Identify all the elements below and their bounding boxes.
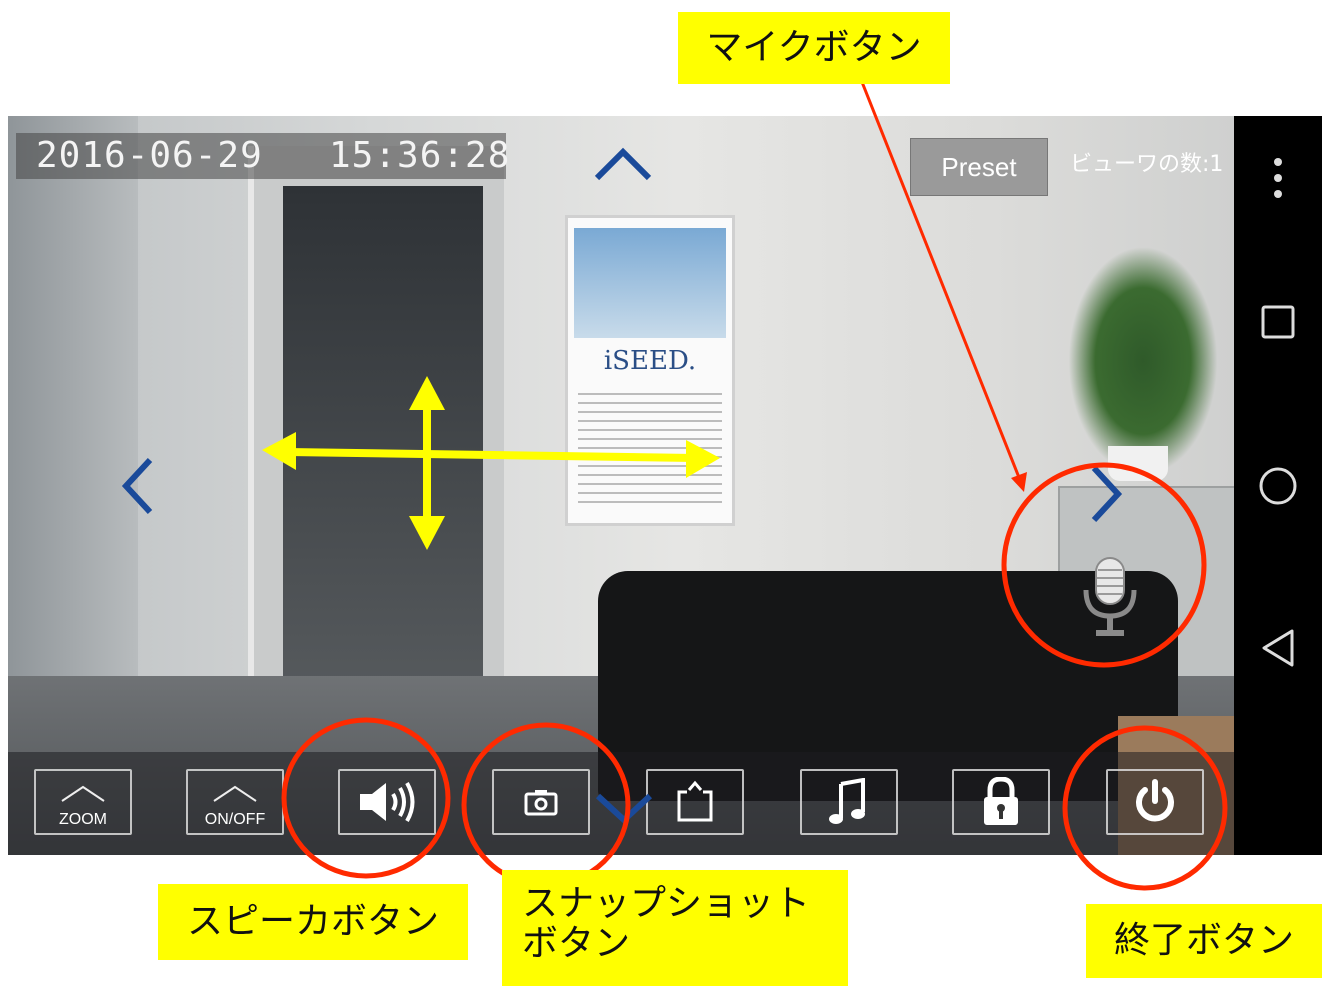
scene-poster: iSEED. (565, 215, 735, 526)
poster-image (574, 228, 726, 338)
camera-view[interactable]: iSEED. 2016-06-29 15:36:28 Preset ビューワの数… (8, 116, 1234, 855)
timestamp-time: 15:36:28 (329, 135, 511, 176)
viewer-count: ビューワの数:1 (1070, 152, 1224, 177)
zoom-button[interactable]: ZOOM (34, 769, 132, 835)
poster-text (578, 393, 722, 503)
end-button-callout: 終了ボタン (1086, 904, 1322, 978)
share-button[interactable] (646, 769, 744, 835)
more-vert-icon[interactable] (1234, 156, 1322, 200)
snapshot-button[interactable] (492, 769, 590, 835)
power-icon (1136, 779, 1174, 822)
lock-icon (984, 777, 1018, 825)
pan-down-chevron-icon[interactable] (594, 792, 654, 824)
lock-button[interactable] (952, 769, 1050, 835)
camera-icon (524, 790, 558, 816)
back-icon[interactable] (1234, 628, 1322, 668)
speaker-button[interactable] (338, 769, 436, 835)
share-icon (677, 780, 713, 822)
control-toolbar: ZOOM ON/OFF (8, 752, 1234, 855)
pan-up-chevron-icon[interactable] (593, 146, 653, 182)
poster-brand: iSEED. (603, 346, 697, 376)
scene-plant (1068, 246, 1218, 476)
recent-apps-icon[interactable] (1234, 304, 1322, 340)
speaker-button-callout: スピーカボタン (158, 884, 468, 960)
android-nav-bar (1234, 116, 1322, 855)
scene-doorway (283, 186, 483, 706)
snapshot-callout-line1: スナップショット (522, 883, 811, 924)
microphone-icon[interactable] (1076, 554, 1144, 640)
pan-left-chevron-icon[interactable] (120, 456, 154, 516)
snapshot-button-callout: スナップショット ボタン (502, 870, 848, 986)
on-off-button[interactable]: ON/OFF (186, 769, 284, 835)
on-off-label: ON/OFF (204, 811, 266, 828)
pan-right-chevron-icon[interactable] (1090, 464, 1124, 524)
snapshot-callout-line2: ボタン (522, 922, 631, 964)
timestamp-overlay: 2016-06-29 15:36:28 (16, 133, 509, 179)
zoom-label: ZOOM (59, 811, 107, 828)
chevron-up-icon (213, 785, 257, 802)
preset-button[interactable]: Preset (910, 138, 1048, 196)
chevron-up-icon (61, 785, 105, 802)
speaker-icon (360, 781, 415, 823)
music-note-icon (829, 778, 865, 824)
mic-button-callout: マイクボタン (678, 12, 950, 84)
timestamp-date: 2016-06-29 (36, 135, 263, 176)
music-button[interactable] (800, 769, 898, 835)
scene-wall-left (8, 116, 138, 756)
home-icon[interactable] (1234, 466, 1322, 506)
power-button[interactable] (1106, 769, 1204, 835)
